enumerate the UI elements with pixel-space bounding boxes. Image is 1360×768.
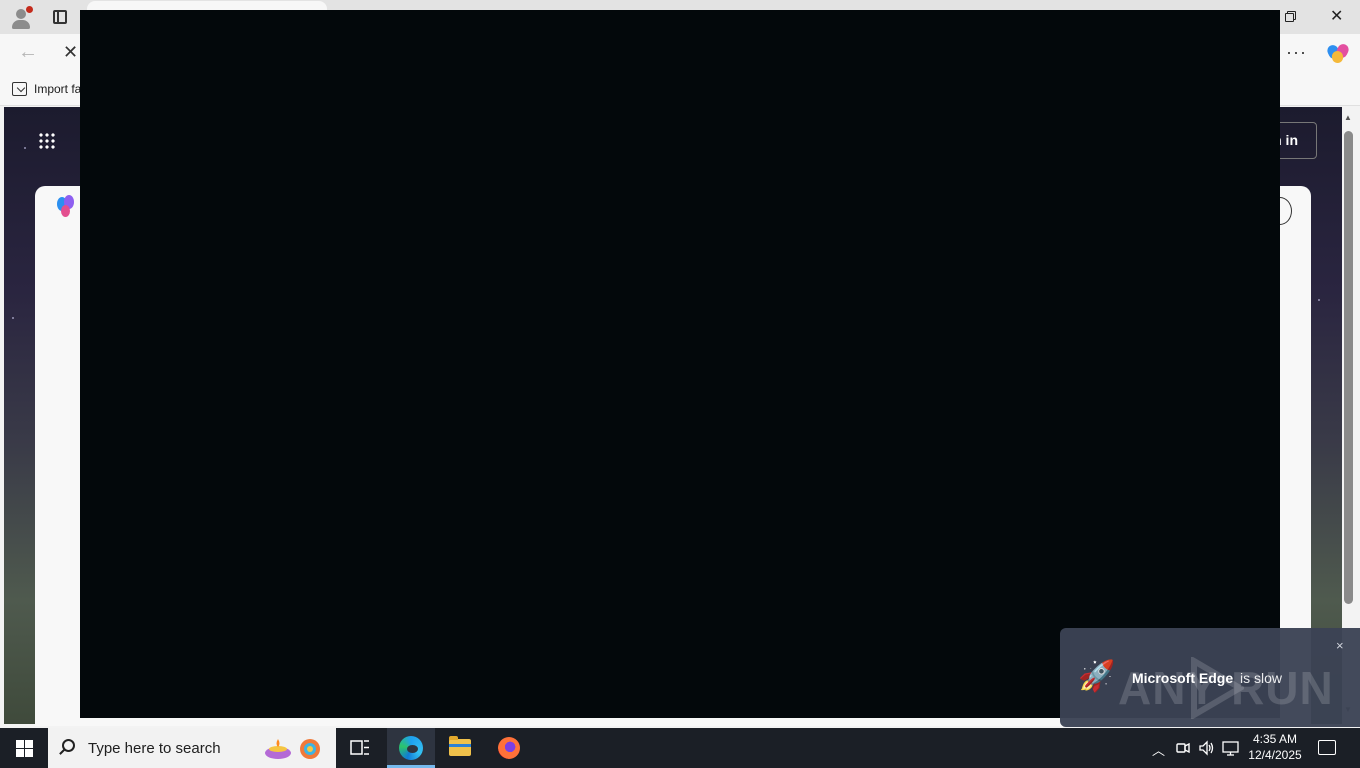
scroll-thumb[interactable] [1344, 131, 1353, 604]
import-icon[interactable] [12, 82, 27, 96]
anyrun-play-icon [1191, 657, 1244, 719]
chevron-up-icon[interactable]: ︿ [1152, 740, 1165, 759]
notification-icon[interactable] [1318, 740, 1336, 755]
toast-message: is slow [1240, 670, 1283, 686]
windows-logo [16, 740, 33, 757]
clock-time: 4:35 AM [1252, 732, 1298, 746]
copilot-logo-icon [57, 195, 81, 219]
rocket-icon: 🚀 [1078, 660, 1116, 693]
diya-icon [265, 739, 320, 759]
taskbar-clock[interactable]: 4:35 AM 12/4/2025 [1244, 731, 1306, 763]
toast-close-icon[interactable]: × [1336, 638, 1344, 653]
more-icon[interactable]: ··· [1286, 42, 1307, 62]
volume-icon[interactable] [1199, 740, 1215, 756]
scroll-up-icon[interactable]: ▲ [1344, 113, 1352, 122]
toast-title: Microsoft Edge [1132, 670, 1234, 686]
meet-now-icon[interactable] [1176, 740, 1190, 756]
stop-icon[interactable]: ✕ [63, 42, 78, 62]
copilot-icon[interactable] [1325, 42, 1351, 65]
file-explorer-icon[interactable] [449, 736, 471, 756]
tabs-icon[interactable] [53, 10, 67, 24]
search-placeholder: Type here to search [88, 740, 221, 757]
firefox-icon[interactable] [498, 737, 520, 759]
close-icon[interactable]: ✕ [1330, 9, 1343, 25]
profile-icon[interactable] [9, 6, 33, 30]
restore-icon[interactable] [1285, 11, 1296, 22]
apps-grid-icon[interactable] [38, 132, 56, 150]
network-icon[interactable] [1222, 740, 1239, 756]
import-favorites-link[interactable]: Import fa [34, 82, 81, 96]
edge-icon [399, 736, 423, 760]
clock-date: 12/4/2025 [1248, 748, 1302, 762]
back-icon[interactable]: ← [18, 42, 38, 62]
task-view-icon[interactable] [350, 738, 370, 758]
search-icon [62, 739, 75, 752]
black-overlay-window [80, 10, 1280, 718]
